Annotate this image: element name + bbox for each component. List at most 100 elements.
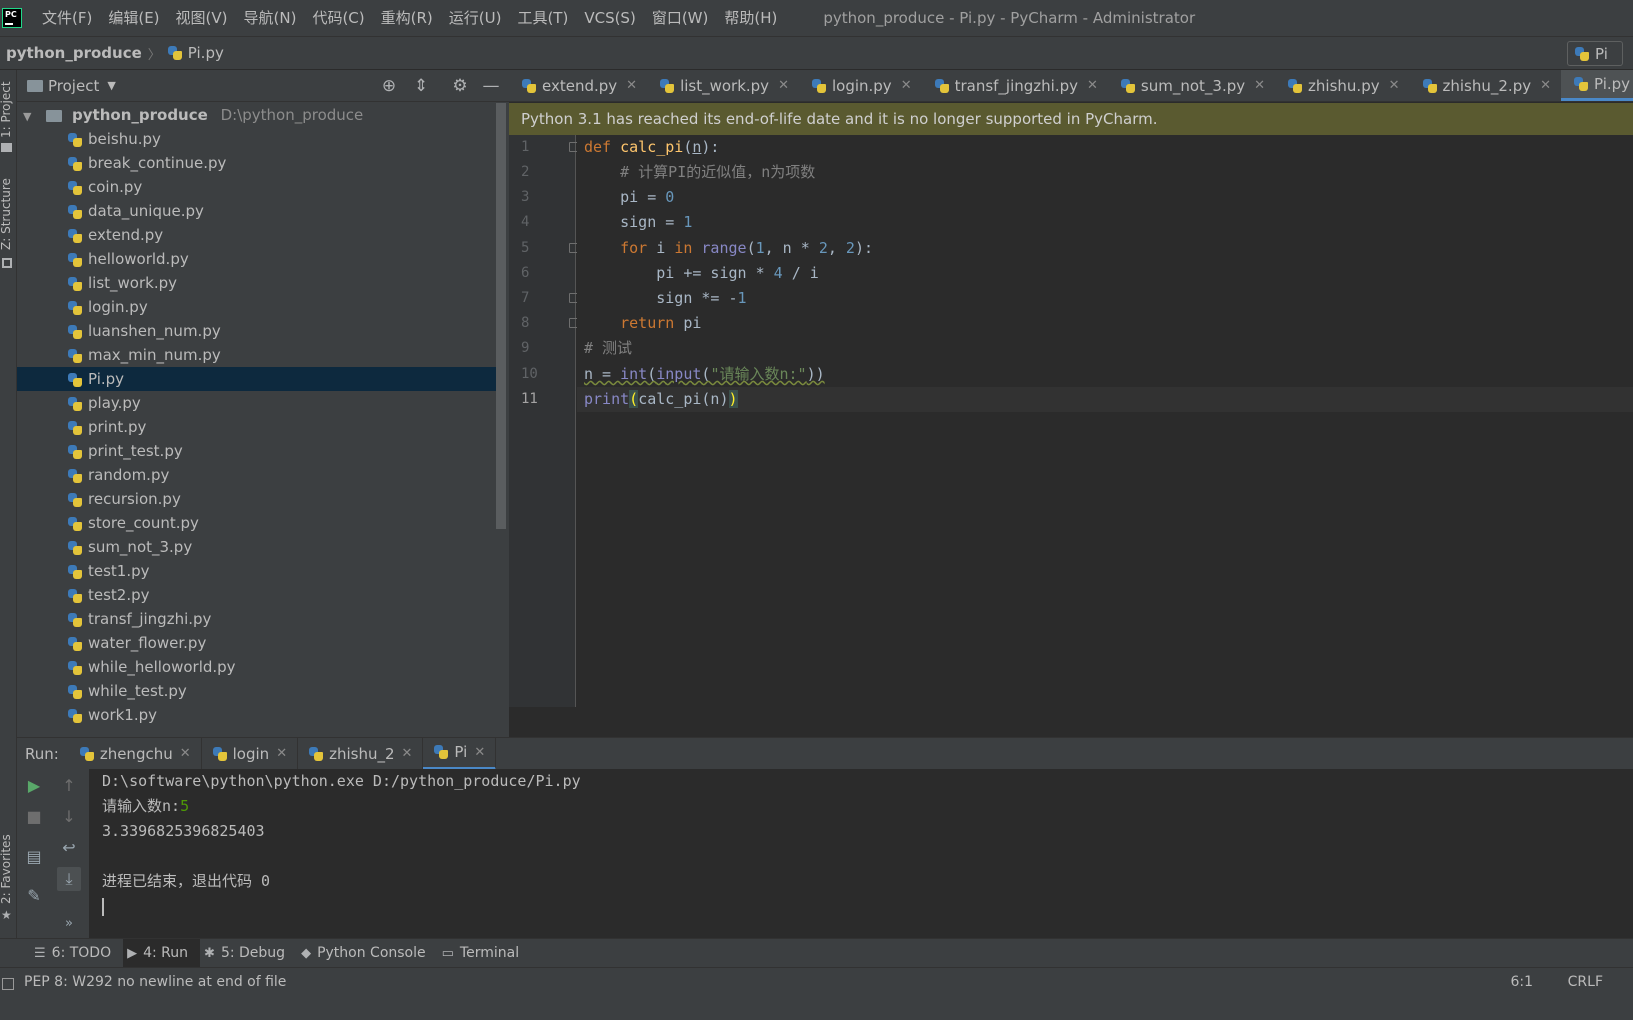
tool-window-project[interactable]: 1: Project bbox=[0, 81, 13, 138]
run-console[interactable]: D:\software\python\python.exe D:/python_… bbox=[89, 769, 1633, 938]
tree-file-item[interactable]: beishu.py bbox=[17, 127, 497, 151]
tool-window-button[interactable]: ☰ 6: TODO bbox=[30, 939, 123, 968]
locate-file-icon[interactable]: ⊕ bbox=[379, 76, 399, 96]
gear-icon[interactable]: ⚙ bbox=[450, 76, 470, 96]
close-icon[interactable]: ✕ bbox=[1087, 78, 1098, 93]
tree-scrollbar[interactable] bbox=[496, 103, 506, 529]
editor-tab[interactable]: extend.py ✕ bbox=[509, 70, 647, 101]
run-tab[interactable]: login ✕ bbox=[202, 737, 299, 770]
line-separator[interactable]: CRLF bbox=[1568, 974, 1603, 990]
tree-file-item[interactable]: water_flower.py bbox=[17, 631, 497, 655]
tree-file-item[interactable]: play.py bbox=[17, 391, 497, 415]
tool-window-button[interactable]: ✱ 5: Debug bbox=[200, 939, 297, 968]
tree-file-item[interactable]: login.py bbox=[17, 295, 497, 319]
editor-tab[interactable]: login.py ✕ bbox=[799, 70, 922, 101]
tree-file-item[interactable]: coin.py bbox=[17, 175, 497, 199]
breadcrumb-project[interactable]: python_produce bbox=[6, 44, 142, 62]
tree-file-item[interactable]: break_continue.py bbox=[17, 151, 497, 175]
collapse-all-icon[interactable]: ⇕ bbox=[411, 76, 431, 96]
menu-run[interactable]: 运行(U) bbox=[441, 0, 510, 36]
menu-navigate[interactable]: 导航(N) bbox=[236, 0, 305, 36]
menu-view[interactable]: 视图(V) bbox=[168, 0, 236, 36]
tree-file-item[interactable]: store_count.py bbox=[17, 511, 497, 535]
editor-tab[interactable]: zhishu.py ✕ bbox=[1275, 70, 1409, 101]
status-toggle-icon[interactable] bbox=[2, 978, 14, 990]
tool-window-favorites[interactable]: 2: Favorites bbox=[0, 834, 13, 904]
tree-file-item[interactable]: transf_jingzhi.py bbox=[17, 607, 497, 631]
tree-file-item[interactable]: max_min_num.py bbox=[17, 343, 497, 367]
more-icon[interactable]: » bbox=[57, 912, 81, 936]
tool-window-button[interactable]: ▭ Terminal bbox=[438, 939, 531, 968]
close-icon[interactable]: ✕ bbox=[901, 78, 912, 93]
python-file-icon bbox=[67, 540, 83, 556]
close-icon[interactable]: ✕ bbox=[778, 78, 789, 93]
tree-file-item[interactable]: Pi.py bbox=[17, 367, 497, 391]
python-file-icon bbox=[67, 708, 83, 724]
menu-window[interactable]: 窗口(W) bbox=[644, 0, 717, 36]
tree-file-item[interactable]: print_test.py bbox=[17, 439, 497, 463]
tree-file-item[interactable]: data_unique.py bbox=[17, 199, 497, 223]
run-tab[interactable]: zhishu_2 ✕ bbox=[298, 737, 424, 770]
run-tab[interactable]: zhengchu ✕ bbox=[69, 737, 202, 770]
tool-window-button[interactable]: ◆ Python Console bbox=[297, 939, 438, 968]
close-icon[interactable]: ✕ bbox=[474, 745, 485, 760]
tool-window-structure[interactable]: Z: Structure bbox=[0, 178, 13, 250]
tree-file-item[interactable]: while_test.py bbox=[17, 679, 497, 703]
project-view-selector[interactable]: Project bbox=[48, 77, 99, 95]
menu-refactor[interactable]: 重构(R) bbox=[373, 0, 441, 36]
editor-tab[interactable]: list_work.py ✕ bbox=[647, 70, 799, 101]
menu-vcs[interactable]: VCS(S) bbox=[576, 0, 643, 36]
pin-icon[interactable]: ✎ bbox=[22, 884, 46, 908]
tree-file-item[interactable]: print.py bbox=[17, 415, 497, 439]
breadcrumb-file[interactable]: Pi.py bbox=[167, 44, 224, 62]
restore-layout-icon[interactable]: ▤ bbox=[22, 845, 46, 869]
close-icon[interactable]: ✕ bbox=[1254, 78, 1265, 93]
expand-arrow-icon[interactable]: ▼ bbox=[23, 110, 31, 123]
tree-file-item[interactable]: work1.py bbox=[17, 703, 497, 727]
tree-file-item[interactable]: helloworld.py bbox=[17, 247, 497, 271]
tree-file-item[interactable]: random.py bbox=[17, 463, 497, 487]
scroll-up-icon[interactable]: ↑ bbox=[57, 774, 81, 798]
tree-file-item[interactable]: sum_not_3.py bbox=[17, 535, 497, 559]
close-icon[interactable]: ✕ bbox=[1389, 78, 1400, 93]
line-number: 2 bbox=[521, 164, 530, 180]
editor-tab[interactable]: sum_not_3.py ✕ bbox=[1108, 70, 1275, 101]
menu-edit[interactable]: 编辑(E) bbox=[100, 0, 167, 36]
menu-file[interactable]: 文件(F) bbox=[34, 0, 100, 36]
scroll-down-icon[interactable]: ↓ bbox=[57, 805, 81, 829]
tree-file-item[interactable]: test2.py bbox=[17, 583, 497, 607]
rerun-icon[interactable]: ▶ bbox=[22, 774, 46, 798]
menu-help[interactable]: 帮助(H) bbox=[716, 0, 785, 36]
run-configuration-selector[interactable]: Pi bbox=[1567, 41, 1623, 66]
tree-file-item[interactable]: test1.py bbox=[17, 559, 497, 583]
editor-tab[interactable]: zhishu_2.py ✕ bbox=[1410, 70, 1562, 101]
console-input-line: 请输入数n:5 bbox=[102, 794, 1633, 819]
editor-tab[interactable]: transf_jingzhi.py ✕ bbox=[922, 70, 1108, 101]
soft-wrap-icon[interactable]: ↩ bbox=[57, 836, 81, 860]
hide-panel-icon[interactable]: — bbox=[481, 76, 501, 96]
menu-tools[interactable]: 工具(T) bbox=[509, 0, 576, 36]
stop-icon[interactable]: ■ bbox=[22, 805, 46, 829]
close-icon[interactable]: ✕ bbox=[180, 746, 191, 761]
editor-tab[interactable]: Pi.py bbox=[1561, 70, 1633, 101]
tree-file-item[interactable]: luanshen_num.py bbox=[17, 319, 497, 343]
close-icon[interactable]: ✕ bbox=[276, 746, 287, 761]
tree-file-item[interactable]: while_helloworld.py bbox=[17, 655, 497, 679]
code-editor[interactable]: def calc_pi(n): # 计算PI的近似值，n为项数 pi = 0 s… bbox=[577, 135, 1633, 707]
tree-root-folder[interactable]: ▼ python_produce D:\python_produce bbox=[17, 103, 497, 127]
close-icon[interactable]: ✕ bbox=[402, 746, 413, 761]
run-tab[interactable]: Pi ✕ bbox=[423, 737, 497, 770]
scroll-to-end-icon[interactable]: ⤓ bbox=[57, 867, 81, 891]
tool-window-button[interactable]: ▶ 4: Run bbox=[123, 938, 201, 968]
close-icon[interactable]: ✕ bbox=[626, 78, 637, 93]
tree-file-item[interactable]: list_work.py bbox=[17, 271, 497, 295]
tree-file-item[interactable]: extend.py bbox=[17, 223, 497, 247]
close-icon[interactable]: ✕ bbox=[1540, 78, 1551, 93]
root-folder-name: python_produce bbox=[72, 106, 208, 124]
tree-file-item[interactable]: recursion.py bbox=[17, 487, 497, 511]
code-line-2: # 计算PI的近似值，n为项数 bbox=[584, 160, 815, 185]
caret-position[interactable]: 6:1 bbox=[1510, 974, 1533, 990]
menu-code[interactable]: 代码(C) bbox=[304, 0, 372, 36]
chevron-down-icon[interactable]: ▼ bbox=[107, 79, 115, 92]
tool-window-label: 4: Run bbox=[143, 945, 189, 961]
